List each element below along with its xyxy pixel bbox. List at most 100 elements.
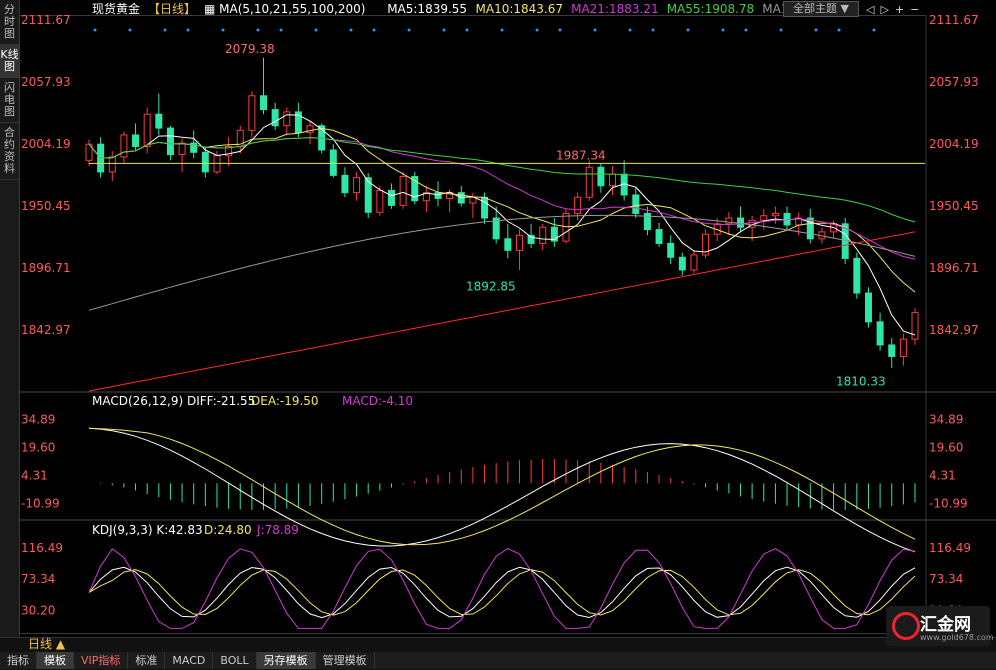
kdj-j-line — [88, 548, 916, 629]
tab-boll[interactable]: BOLL — [213, 652, 257, 669]
header-item: MA21:1883.21 — [571, 2, 659, 16]
sidebar-item-contract[interactable]: 合约资料 — [0, 123, 19, 180]
candle-body — [248, 95, 256, 131]
tab-indicator[interactable]: 指标 — [0, 652, 37, 669]
ma200-line — [88, 231, 916, 392]
candle-body — [108, 156, 116, 173]
kdj-d: D:24.80 — [204, 523, 252, 537]
signal-dot — [221, 28, 225, 32]
signal-dot — [349, 28, 353, 32]
price-tick-left: 2004.19 — [21, 137, 71, 151]
sidebar-item-tick[interactable]: 分时图 — [0, 0, 19, 45]
candle-body — [888, 344, 896, 357]
chart-area[interactable]: 现货黄金 【日线】 ▦ MA(5,10,21,55,100,200) MA5:1839… — [19, 0, 996, 637]
kdj-tick-right: 116.49 — [929, 541, 971, 555]
candle-body — [574, 196, 582, 214]
price-tick-right: 2111.67 — [929, 13, 979, 27]
signal-dot — [721, 28, 725, 32]
candle-body — [760, 215, 768, 221]
tab-macd[interactable]: MACD — [165, 652, 214, 669]
signal-dot — [279, 28, 283, 32]
kdj-j: J:78.89 — [256, 523, 299, 537]
tab-standard[interactable]: 标准 — [128, 652, 166, 669]
candle-body — [783, 212, 791, 226]
macd-value: MACD:-4.10 — [342, 394, 413, 408]
header-item: MA55:1908.78 — [667, 2, 755, 16]
signal-dot — [535, 28, 539, 32]
signal-dot — [872, 28, 876, 32]
ma55-line — [88, 137, 916, 223]
kdj-d-line — [88, 569, 916, 616]
tab-vip[interactable]: VIP指标 — [74, 652, 129, 669]
ma21-line — [88, 137, 916, 260]
tab-save-template[interactable]: 另存模板 — [256, 652, 316, 669]
period-button[interactable]: 日线 ▲ — [28, 637, 65, 651]
macd-tick-left: 19.60 — [21, 440, 55, 454]
candle-body — [178, 142, 186, 156]
candle-body — [876, 321, 884, 346]
signal-dot — [744, 28, 748, 32]
header-item: 现货黄金 — [92, 1, 140, 16]
signal-dot — [256, 28, 260, 32]
sidebar-item-kline[interactable]: K线图 — [0, 45, 19, 78]
logo-name: 汇金网 — [920, 615, 971, 635]
candle-body — [678, 256, 686, 271]
left-sidebar: 分时图 K线图 闪电图 合约资料 — [0, 0, 20, 652]
candle-body — [376, 189, 384, 213]
candle-body — [725, 217, 733, 225]
macd-tick-right: 34.89 — [929, 412, 963, 426]
macd-tick-right: 19.60 — [929, 440, 963, 454]
candle-body — [306, 125, 314, 134]
tab-template[interactable]: 模板 — [37, 652, 74, 669]
macd-tick-left: 4.31 — [21, 468, 48, 482]
price-tick-right: 1896.71 — [929, 261, 979, 275]
candle-body — [667, 242, 675, 258]
candle-body — [481, 196, 489, 219]
candle-body — [597, 166, 605, 187]
candle-body — [515, 234, 523, 251]
price-tick-right: 1950.45 — [929, 199, 979, 213]
candle-body — [399, 176, 407, 206]
logo-mark-icon — [892, 612, 920, 640]
theme-dropdown[interactable]: 全部主题 ▼ — [783, 1, 859, 17]
signal-dot — [593, 28, 597, 32]
candle-body — [143, 113, 151, 148]
logo: 汇金网 www.gold678.com — [886, 606, 994, 646]
signal-dot — [372, 28, 376, 32]
zoom-controls[interactable]: ◁▷+− — [866, 3, 925, 16]
candle-body — [132, 134, 140, 148]
signal-dot — [186, 28, 190, 32]
signal-dot — [93, 28, 97, 32]
candle-body — [341, 174, 349, 194]
signal-dot — [314, 28, 318, 32]
signal-dot — [128, 28, 132, 32]
macd-tick-left: -10.99 — [21, 496, 60, 510]
tab-manage-template[interactable]: 管理模板 — [316, 652, 375, 669]
candle-body — [260, 95, 268, 111]
signal-dot — [407, 28, 411, 32]
signal-dot — [465, 28, 469, 32]
candle-body — [864, 292, 872, 323]
annotation-mid-high: 1987.34 — [556, 148, 606, 162]
price-tick-left: 2111.67 — [21, 13, 71, 27]
candle-body — [899, 338, 907, 357]
logo-url: www.gold678.com — [920, 633, 994, 642]
candle-body — [690, 254, 698, 271]
header-item: 【日线】 — [148, 2, 196, 16]
tab-bar: 指标 模板 VIP指标 标准 MACD BOLL 另存模板 管理模板 — [0, 652, 996, 669]
theme-label: 全部主题 — [793, 2, 838, 15]
kdj-tick-left: 73.34 — [21, 572, 55, 586]
candle-body — [539, 226, 547, 244]
candle-body — [434, 192, 442, 199]
candle-body — [353, 177, 361, 194]
candle-body — [632, 194, 640, 214]
kdj-tick-left: 30.20 — [21, 603, 55, 617]
candle-body — [609, 173, 617, 187]
price-tick-left: 1842.97 — [21, 323, 71, 337]
candle-body — [120, 134, 128, 158]
candle-body — [329, 149, 337, 176]
signal-dot — [814, 28, 818, 32]
kdj-tick-left: 116.49 — [21, 541, 63, 555]
sidebar-item-flash[interactable]: 闪电图 — [0, 78, 19, 123]
candle-body — [504, 238, 512, 251]
